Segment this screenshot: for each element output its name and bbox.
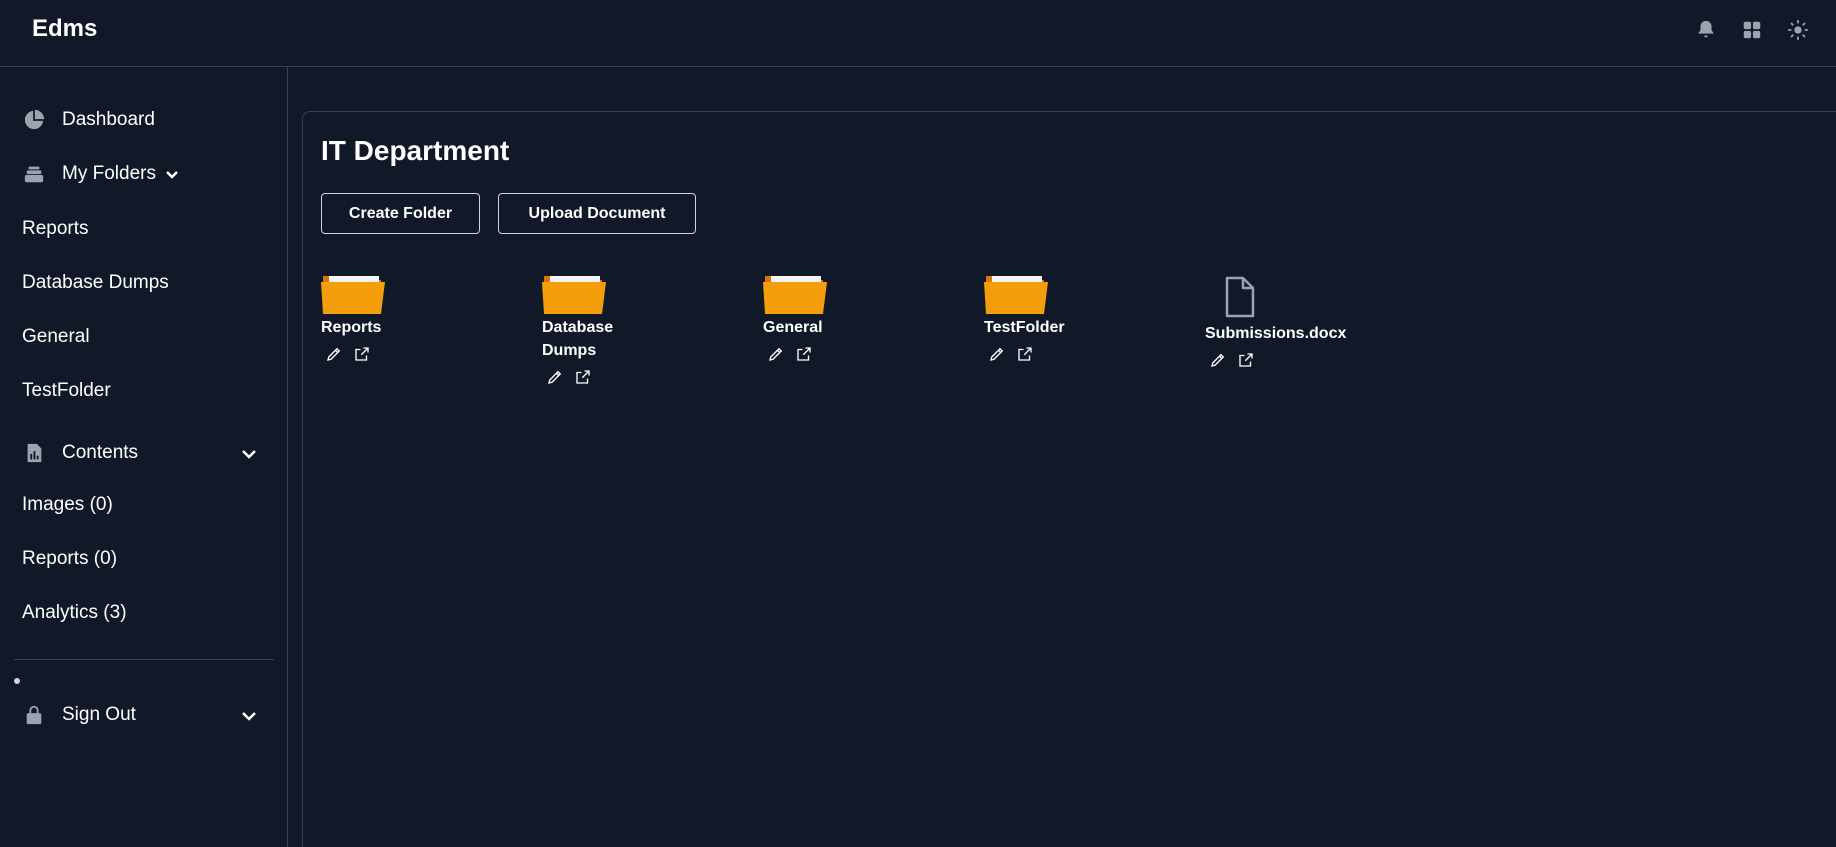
chevron-down-icon[interactable] [240, 707, 258, 725]
sidebar-item-dashboard[interactable]: Dashboard [22, 105, 155, 135]
sidebar-folder-database-dumps[interactable]: Database Dumps [22, 269, 169, 297]
sidebar: Dashboard My Folders Reports Database Du… [0, 67, 288, 847]
folder-item[interactable]: Database Dumps [542, 272, 652, 386]
sidebar-folder-reports[interactable]: Reports [22, 215, 89, 243]
document-icon[interactable] [1205, 276, 1269, 318]
chevron-down-icon[interactable] [164, 166, 180, 182]
folder-icon[interactable] [984, 272, 1048, 314]
folder-icon[interactable] [763, 272, 827, 314]
bell-icon[interactable] [1694, 18, 1718, 42]
edit-icon[interactable] [325, 345, 343, 363]
sidebar-content-images[interactable]: Images (0) [22, 491, 113, 519]
folder-icon[interactable] [542, 272, 606, 314]
open-external-icon[interactable] [1237, 351, 1255, 369]
grid-icon[interactable] [1740, 18, 1764, 42]
sidebar-item-my-folders[interactable]: My Folders [22, 159, 180, 189]
folder-item[interactable]: TestFolder [984, 272, 1164, 363]
stack-icon [22, 162, 46, 186]
item-name[interactable]: Reports [321, 316, 501, 339]
item-name[interactable]: General [763, 316, 943, 339]
sidebar-item-label: My Folders [62, 163, 156, 184]
sidebar-folder-general[interactable]: General [22, 323, 90, 351]
sidebar-item-sign-out[interactable]: Sign Out [22, 700, 272, 730]
file-chart-icon [22, 441, 46, 465]
edit-icon[interactable] [988, 345, 1006, 363]
top-bar: Edms [0, 0, 1836, 67]
edit-icon[interactable] [1209, 351, 1227, 369]
folder-item[interactable]: Reports [321, 272, 501, 363]
sidebar-item-label: Sign Out [62, 704, 136, 725]
pie-chart-icon [22, 108, 46, 132]
edit-icon[interactable] [767, 345, 785, 363]
folder-icon[interactable] [321, 272, 385, 314]
sidebar-item-contents[interactable]: Contents [22, 438, 272, 468]
page-title: IT Department [321, 135, 510, 166]
open-external-icon[interactable] [574, 368, 592, 386]
create-folder-button[interactable]: Create Folder [321, 193, 480, 234]
item-name[interactable]: Submissions.docx [1205, 322, 1385, 345]
sidebar-divider [14, 659, 274, 660]
sun-icon[interactable] [1786, 18, 1810, 42]
open-external-icon[interactable] [1016, 345, 1034, 363]
chevron-down-icon[interactable] [240, 445, 258, 463]
folder-item[interactable]: General [763, 272, 943, 363]
open-external-icon[interactable] [795, 345, 813, 363]
lock-icon [22, 703, 46, 727]
sidebar-content-analytics[interactable]: Analytics (3) [22, 599, 127, 627]
brand-logo[interactable]: Edms [32, 15, 97, 43]
sidebar-item-label: Dashboard [62, 109, 155, 130]
sidebar-folder-testfolder[interactable]: TestFolder [22, 377, 111, 405]
item-name[interactable]: Database Dumps [542, 316, 652, 362]
sidebar-content-reports[interactable]: Reports (0) [22, 545, 117, 573]
sidebar-item-label: Contents [62, 442, 139, 463]
item-name[interactable]: TestFolder [984, 316, 1164, 339]
upload-document-button[interactable]: Upload Document [498, 193, 696, 234]
edit-icon[interactable] [546, 368, 564, 386]
top-icons [1694, 18, 1810, 42]
bullet-dot [14, 678, 20, 684]
open-external-icon[interactable] [353, 345, 371, 363]
file-item[interactable]: Submissions.docx [1205, 276, 1385, 369]
